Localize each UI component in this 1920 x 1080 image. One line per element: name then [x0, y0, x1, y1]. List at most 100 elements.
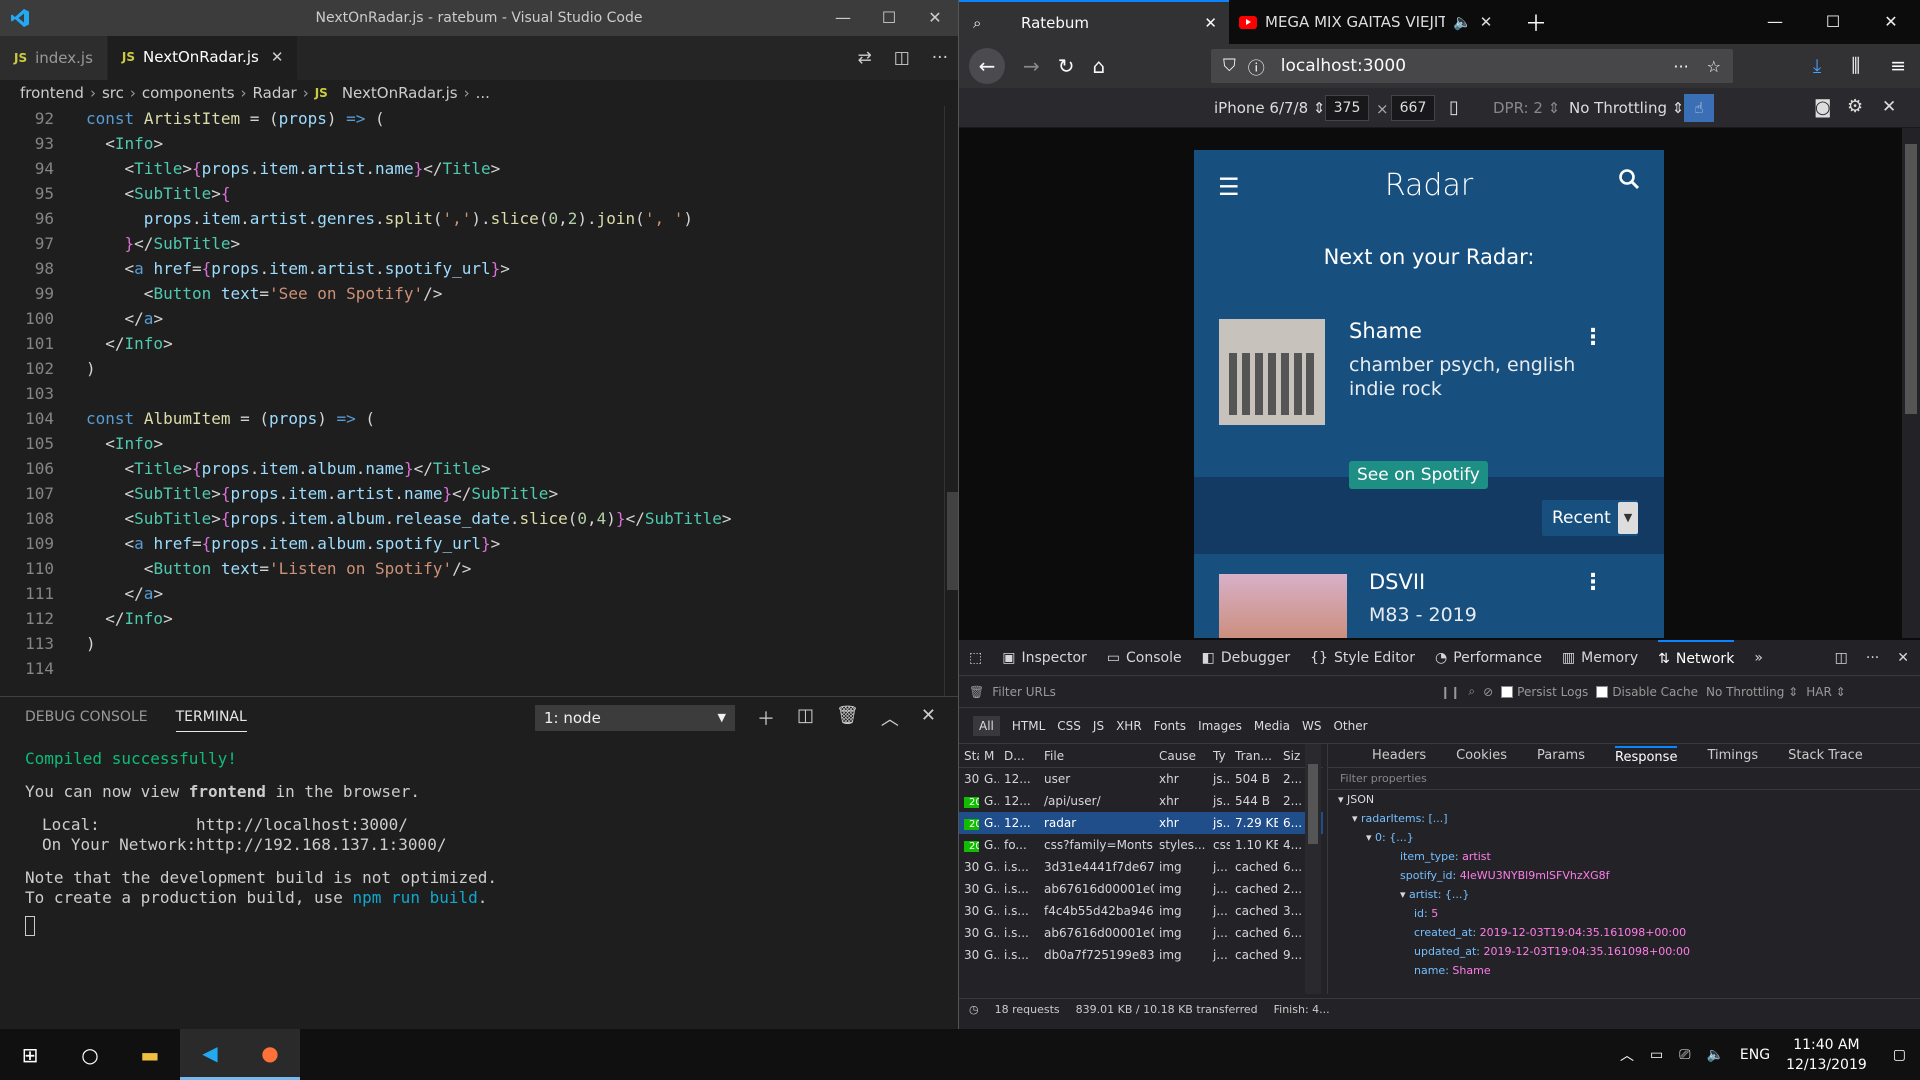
library-icon[interactable]: ⫼: [1851, 55, 1860, 77]
trash-icon[interactable]: 🗑: [836, 705, 859, 731]
filter-type-other[interactable]: Other: [1333, 719, 1367, 733]
devtools-tab-inspector[interactable]: ▣ Inspector: [1002, 640, 1087, 676]
details-tab-headers[interactable]: Headers: [1372, 748, 1426, 763]
har-menu[interactable]: HAR ⇕: [1806, 685, 1845, 699]
json-node[interactable]: ▾ radarItems: [...]: [1338, 809, 1920, 828]
block-icon[interactable]: ⊘: [1483, 685, 1493, 699]
pick-element-icon[interactable]: ⬚: [969, 650, 982, 666]
rotate-icon[interactable]: ▯: [1449, 97, 1459, 118]
more-actions-icon[interactable]: ···: [932, 48, 948, 68]
bookmark-star-icon[interactable]: ☆: [1707, 57, 1721, 76]
table-row[interactable]: 30 G... i.s... ab67616d00001e02... img j... ca…: [959, 922, 1323, 944]
filter-type-media[interactable]: Media: [1254, 719, 1290, 733]
filter-type-images[interactable]: Images: [1198, 719, 1242, 733]
breadcrumb-item[interactable]: frontend: [20, 84, 84, 102]
breadcrumb-item[interactable]: src: [102, 84, 124, 102]
column-header[interactable]: Ty: [1208, 749, 1230, 763]
close-rdm-icon[interactable]: ✕: [1882, 97, 1896, 117]
dpr-select[interactable]: DPR: 2 ⇕: [1493, 99, 1560, 117]
filter-type-ws[interactable]: WS: [1302, 719, 1321, 733]
breadcrumb-item[interactable]: Radar: [253, 84, 297, 102]
shield-icon[interactable]: ⛉: [1223, 56, 1236, 76]
see-on-spotify-button[interactable]: See on Spotify: [1349, 461, 1488, 489]
expand-arrow-icon[interactable]: ▾: [1338, 793, 1347, 806]
editor-scrollbar[interactable]: [944, 106, 958, 696]
windows-start-icon[interactable]: ⊞: [0, 1029, 60, 1080]
throttle-select[interactable]: No Throttling ⇕: [1706, 685, 1798, 699]
speaker-icon[interactable]: 🔈: [1453, 13, 1472, 31]
json-node[interactable]: ▾ 0: {...}: [1338, 828, 1920, 847]
table-row[interactable]: 30 G... i.s... 3d31e4441f7de67e... img j... ca…: [959, 856, 1323, 878]
screenshot-icon[interactable]: ◙: [1814, 97, 1831, 118]
throttle-select[interactable]: No Throttling ⇕: [1569, 99, 1684, 117]
sort-select[interactable]: Recent ▼: [1542, 500, 1638, 536]
battery-icon[interactable]: ▭: [1650, 1047, 1663, 1063]
options-icon[interactable]: ···: [1866, 650, 1879, 666]
close-tab-icon[interactable]: ✕: [1480, 13, 1493, 31]
menu-icon[interactable]: ≡: [1890, 55, 1906, 77]
home-button[interactable]: ⌂: [1093, 54, 1106, 78]
details-tab-response[interactable]: Response: [1615, 746, 1678, 765]
filter-type-html[interactable]: HTML: [1012, 719, 1045, 733]
viewport-scrollbar[interactable]: [1902, 128, 1920, 638]
device-select[interactable]: iPhone 6/7/8 ⇕: [1214, 99, 1325, 117]
new-terminal-icon[interactable]: ＋: [757, 705, 775, 731]
maximize-panel-icon[interactable]: ︿: [881, 705, 899, 731]
devtools-tab-debugger[interactable]: ◧ Debugger: [1202, 640, 1291, 676]
expand-arrow-icon[interactable]: ▾: [1400, 888, 1409, 901]
terminal-output[interactable]: Compiled successfully! You can now view …: [25, 749, 497, 941]
table-row[interactable]: 20 G... 12... /api/user/xhr js... 544 B 2...: [959, 790, 1323, 812]
minimize-icon[interactable]: —: [820, 0, 866, 36]
new-tab-button[interactable]: ＋: [1515, 0, 1557, 44]
close-tab-icon[interactable]: ✕: [1204, 14, 1217, 32]
close-devtools-icon[interactable]: ✕: [1897, 650, 1909, 666]
more-options-icon[interactable]: ⋮: [1582, 325, 1604, 350]
info-icon[interactable]: ⓘ: [1248, 54, 1265, 79]
compare-icon[interactable]: ⇄: [857, 48, 871, 68]
table-row[interactable]: 20 G... fo... css?family=Monts... styles... c…: [959, 834, 1323, 856]
maximize-icon[interactable]: ☐: [866, 0, 912, 36]
devtools-tab-style-editor[interactable]: {} Style Editor: [1310, 640, 1415, 676]
network-icon[interactable]: ⎚: [1679, 1047, 1690, 1063]
notifications-icon[interactable]: ▢: [1893, 1047, 1906, 1063]
column-header[interactable]: Sta: [959, 749, 979, 763]
request-scrollbar[interactable]: [1305, 744, 1321, 994]
url-bar[interactable]: ⛉ ⓘ localhost:3000 ··· ☆: [1211, 49, 1733, 83]
tray-expand-icon[interactable]: ︿: [1620, 1045, 1634, 1065]
reload-button[interactable]: ↻: [1058, 54, 1075, 78]
column-header[interactable]: Tran...: [1230, 749, 1278, 763]
maximize-icon[interactable]: ☐: [1804, 0, 1862, 44]
json-node[interactable]: item_type: artist: [1338, 847, 1920, 866]
json-node[interactable]: ▾ JSON: [1338, 790, 1920, 809]
table-row[interactable]: 30 G... i.s... db0a7f725199e834... img j... ca…: [959, 944, 1323, 966]
filter-type-all[interactable]: All: [973, 715, 1000, 736]
file-explorer-icon[interactable]: ▬: [120, 1029, 180, 1080]
details-tab-stack-trace[interactable]: Stack Trace: [1788, 748, 1863, 763]
tab-index-js[interactable]: JS index.js: [0, 36, 108, 80]
column-header[interactable]: Siz: [1278, 749, 1302, 763]
devtools-tab-memory[interactable]: ▥ Memory: [1562, 640, 1638, 676]
viewport-height-input[interactable]: 667: [1391, 95, 1435, 121]
json-node[interactable]: created_at: 2019-12-03T19:04:35.161098+0…: [1338, 923, 1920, 942]
table-row[interactable]: 30 G... i.s... ab67616d00001e02... img j... ca…: [959, 878, 1323, 900]
tab-debug-console[interactable]: DEBUG CONSOLE: [25, 709, 148, 725]
tab-terminal[interactable]: TERMINAL: [175, 709, 247, 732]
settings-gear-icon[interactable]: ⚙: [1847, 96, 1863, 117]
filter-urls-input[interactable]: Filter URLs: [992, 685, 1432, 699]
close-tab-icon[interactable]: ✕: [271, 48, 284, 66]
json-node[interactable]: id: 5: [1338, 904, 1920, 923]
expand-arrow-icon[interactable]: ▾: [1366, 831, 1375, 844]
devtools-tab-performance[interactable]: ◔ Performance: [1435, 640, 1542, 676]
table-row[interactable]: 20 G... 12... radar xhr js... 7.29 KB 6...: [959, 812, 1323, 834]
persist-logs-checkbox[interactable]: Persist Logs: [1501, 685, 1588, 699]
clock[interactable]: 11:40 AM 12/13/2019: [1786, 1035, 1867, 1075]
search-icon[interactable]: ⌕: [1468, 684, 1475, 699]
hamburger-menu-icon[interactable]: ☰: [1218, 173, 1240, 201]
split-terminal-icon[interactable]: ◫: [797, 705, 814, 731]
terminal-select[interactable]: 1: node ▼: [535, 705, 735, 731]
dock-icon[interactable]: ◫: [1835, 650, 1848, 666]
table-row[interactable]: 30 G... i.s... f4c4b55d42ba946c... img j... ca…: [959, 900, 1323, 922]
back-button[interactable]: ←: [969, 48, 1005, 84]
forward-button[interactable]: →: [1023, 54, 1040, 78]
breadcrumb-item[interactable]: components: [142, 84, 235, 102]
